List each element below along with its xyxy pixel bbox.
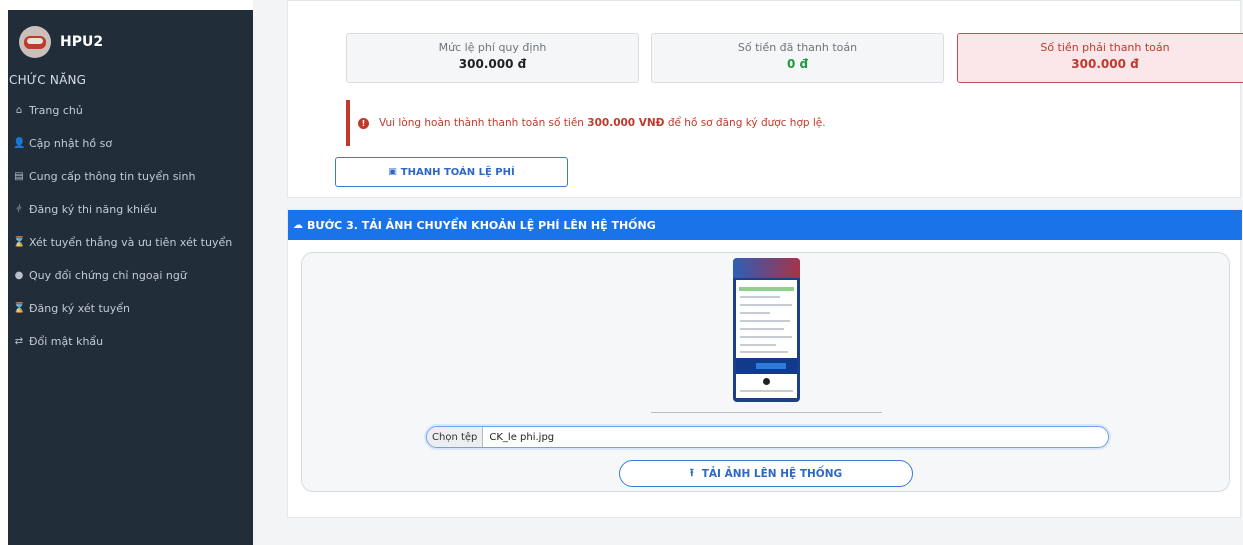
circle-icon: ● [14, 270, 24, 281]
main-content: Mức lệ phí quy định 300.000 đ Số tiền đã… [253, 0, 1243, 545]
university-logo [19, 26, 51, 58]
upload-icon: ⭱ [689, 466, 694, 479]
file-input[interactable]: Chọn tệp CK_le phi.jpg [426, 426, 1109, 448]
upload-button-label: TẢI ẢNH LÊN HỆ THỐNG [701, 467, 843, 480]
sidebar-item-label: Cập nhật hồ sơ [29, 137, 113, 150]
upload-button[interactable]: ⭱ TẢI ẢNH LÊN HỆ THỐNG [619, 460, 913, 487]
sidebar-item-label: Đổi mật khẩu [29, 335, 104, 348]
cloud-upload-icon: ☁ [293, 219, 303, 231]
alert-text: Vui lòng hoàn thành thanh toán số tiền 3… [379, 117, 826, 129]
sidebar-item-admission-registration[interactable]: ⌛ Đăng ký xét tuyển [13, 292, 232, 325]
paid-amount-box: Số tiền đã thanh toán 0 đ [651, 33, 944, 83]
sidebar-item-label: Xét tuyển thẳng và ưu tiên xét tuyển [29, 236, 233, 249]
regulated-fee-label: Mức lệ phí quy định [438, 41, 547, 54]
exclamation-icon: ! [358, 117, 369, 129]
due-amount-box: Số tiền phải thanh toán 300.000 đ [957, 33, 1243, 83]
pay-fee-label: THANH TOÁN LỆ PHÍ [400, 166, 515, 178]
id-card-icon: ▤ [14, 171, 24, 182]
sidebar-item-change-password[interactable]: ⇄ Đổi mật khẩu [13, 325, 232, 358]
selected-file-name: CK_le phi.jpg [489, 431, 555, 443]
brand-name: HPU2 [60, 34, 104, 50]
sidebar-item-label: Quy đổi chứng chỉ ngoại ngữ [29, 269, 187, 282]
alert-amount: 300.000 VNĐ [587, 117, 665, 129]
sidebar-item-label: Trang chủ [29, 104, 83, 117]
alert-prefix: Vui lòng hoàn thành thanh toán số tiền [379, 117, 588, 129]
payment-card: Mức lệ phí quy định 300.000 đ Số tiền đã… [287, 0, 1243, 198]
transfer-receipt-preview [733, 258, 800, 402]
user-edit-icon: 👤 [13, 138, 26, 149]
regulated-fee-value: 300.000 đ [458, 57, 527, 71]
fee-summary: Mức lệ phí quy định 300.000 đ Số tiền đã… [346, 33, 1243, 83]
choose-file-button[interactable]: Chọn tệp [427, 427, 484, 447]
hourglass-icon: ⌛ [13, 303, 26, 314]
step3-card: ☁ BƯỚC 3. TẢI ẢNH CHUYỂN KHOẢN LỆ PHÍ LÊ… [287, 209, 1242, 518]
money-icon: ▣ [388, 167, 397, 177]
upload-area: Chọn tệp CK_le phi.jpg ⭱ TẢI ẢNH LÊN HỆ … [301, 252, 1230, 492]
preview-divider [651, 412, 882, 413]
sidebar-item-admission-info[interactable]: ▤ Cung cấp thông tin tuyển sinh [13, 160, 232, 193]
step3-title: BƯỚC 3. TẢI ẢNH CHUYỂN KHOẢN LỆ PHÍ LÊN … [307, 218, 656, 232]
sidebar-item-aptitude-exam[interactable]: ⫩ Đăng ký thi năng khiếu [13, 193, 232, 226]
sidebar-item-label: Đăng ký thi năng khiếu [29, 203, 157, 216]
sidebar-item-label: Cung cấp thông tin tuyển sinh [29, 170, 196, 183]
paid-amount-label: Số tiền đã thanh toán [737, 41, 858, 54]
hourglass-icon: ⌛ [13, 237, 26, 248]
sidebar-item-label: Đăng ký xét tuyển [29, 302, 130, 315]
step3-header: ☁ BƯỚC 3. TẢI ẢNH CHUYỂN KHOẢN LỆ PHÍ LÊ… [288, 210, 1242, 240]
payment-alert: ! Vui lòng hoàn thành thanh toán số tiền… [346, 100, 1243, 146]
sidebar-item-update-profile[interactable]: 👤 Cập nhật hồ sơ [13, 127, 232, 160]
exchange-icon: ⇄ [14, 336, 24, 347]
dumbbell-icon: ⫩ [16, 204, 22, 215]
sidebar: HPU2 CHỨC NĂNG ⌂ Trang chủ 👤 Cập nhật hồ… [8, 10, 253, 545]
sidebar-item-direct-admission[interactable]: ⌛ Xét tuyển thẳng và ưu tiên xét tuyển [13, 226, 232, 259]
home-icon: ⌂ [15, 105, 23, 116]
app-window: HPU2 CHỨC NĂNG ⌂ Trang chủ 👤 Cập nhật hồ… [0, 0, 1243, 545]
paid-amount-value: 0 đ [786, 57, 809, 71]
sidebar-item-language-certificate[interactable]: ● Quy đổi chứng chỉ ngoại ngữ [13, 259, 232, 292]
menu-heading: CHỨC NĂNG [9, 73, 87, 87]
due-amount-value: 300.000 đ [1071, 57, 1139, 71]
pay-fee-button[interactable]: ▣ THANH TOÁN LỆ PHÍ [335, 157, 568, 187]
alert-suffix: để hồ sơ đăng ký được hợp lệ. [664, 117, 826, 129]
brand[interactable]: HPU2 [19, 26, 103, 58]
due-amount-label: Số tiền phải thanh toán [1040, 41, 1170, 54]
regulated-fee-box: Mức lệ phí quy định 300.000 đ [346, 33, 639, 83]
sidebar-menu: ⌂ Trang chủ 👤 Cập nhật hồ sơ ▤ Cung cấp … [13, 94, 232, 358]
sidebar-item-home[interactable]: ⌂ Trang chủ [13, 94, 232, 127]
